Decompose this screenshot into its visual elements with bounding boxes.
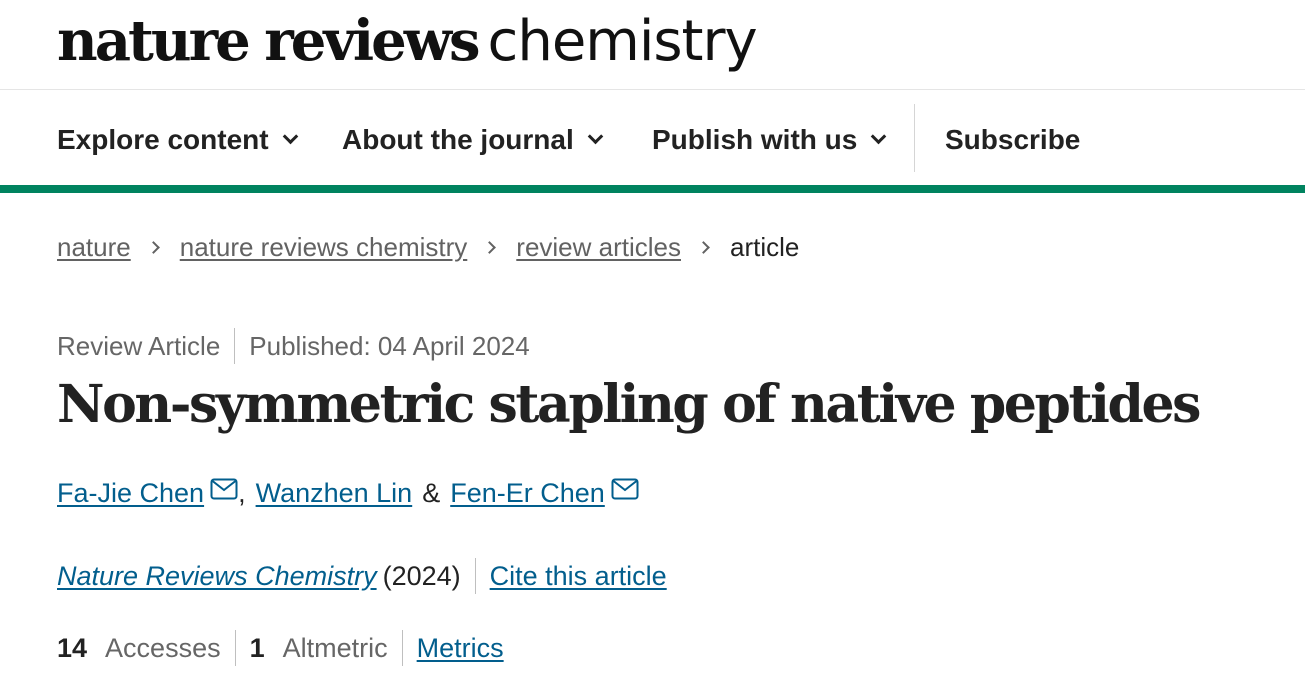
nav-publish-with-us[interactable]: Publish with us xyxy=(652,124,887,156)
masthead: nature reviews chemistry xyxy=(0,0,1305,90)
chevron-right-icon xyxy=(697,241,710,254)
breadcrumb-journal[interactable]: nature reviews chemistry xyxy=(180,232,468,263)
journal-link[interactable]: Nature Reviews Chemistry xyxy=(57,561,377,592)
divider xyxy=(401,630,403,666)
breadcrumb-review-articles[interactable]: review articles xyxy=(516,232,681,263)
breadcrumb-current: article xyxy=(730,232,800,262)
published-date: Published: 04 April 2024 xyxy=(249,330,530,361)
chevron-down-icon xyxy=(587,128,604,144)
accesses-count: 14 xyxy=(57,632,88,663)
author-separator: , xyxy=(238,478,246,508)
author-link[interactable]: Fen-Er Chen xyxy=(450,478,605,509)
altmetric-label: Altmetric xyxy=(282,632,388,663)
nav-publish-with-us-label: Publish with us xyxy=(652,124,858,155)
breadcrumb-nature[interactable]: nature xyxy=(57,232,131,263)
accesses-label: Accesses xyxy=(105,632,221,663)
chevron-right-icon xyxy=(483,241,497,254)
nav-divider xyxy=(914,104,915,172)
chevron-down-icon xyxy=(282,128,298,144)
mail-icon[interactable] xyxy=(611,478,639,500)
journal-citation: Nature Reviews Chemistry (2024) Cite thi… xyxy=(57,558,667,594)
journal-logo[interactable]: nature reviews chemistry xyxy=(57,6,758,77)
breadcrumb: nature nature reviews chemistry review a… xyxy=(57,232,799,263)
logo-bold-text: nature reviews xyxy=(57,8,481,74)
divider xyxy=(234,630,236,666)
chevron-right-icon xyxy=(146,241,160,254)
author-link[interactable]: Fa-Jie Chen xyxy=(57,478,204,509)
article-title: Non-symmetric stapling of native peptide… xyxy=(57,374,1201,435)
chevron-down-icon xyxy=(871,128,887,144)
author-link[interactable]: Wanzhen Lin xyxy=(256,478,413,509)
author-list: Fa-Jie Chen , Wanzhen Lin & Fen-Er Chen xyxy=(57,478,639,509)
nav-explore-content-label: Explore content xyxy=(57,124,269,155)
article-metrics: 14 Accesses 1 Altmetric Metrics xyxy=(57,630,504,666)
metrics-link[interactable]: Metrics xyxy=(417,633,504,664)
subscribe-link[interactable]: Subscribe xyxy=(945,124,1080,156)
cite-article-link[interactable]: Cite this article xyxy=(490,561,667,592)
altmetric-count: 1 xyxy=(249,632,265,663)
divider xyxy=(234,328,236,364)
author-separator: & xyxy=(422,478,441,508)
nav-about-journal-label: About the journal xyxy=(342,124,574,155)
article-meta: Review Article Published: 04 April 2024 xyxy=(57,328,530,364)
mail-icon[interactable] xyxy=(210,478,238,500)
divider xyxy=(474,558,476,594)
publication-year: (2024) xyxy=(382,560,461,591)
logo-light-text: chemistry xyxy=(487,9,758,74)
article-type: Review Article xyxy=(57,330,221,361)
nav-explore-content[interactable]: Explore content xyxy=(57,124,298,156)
main-navigation: Explore content About the journal Publis… xyxy=(0,90,1305,193)
nav-about-journal[interactable]: About the journal xyxy=(342,124,604,156)
